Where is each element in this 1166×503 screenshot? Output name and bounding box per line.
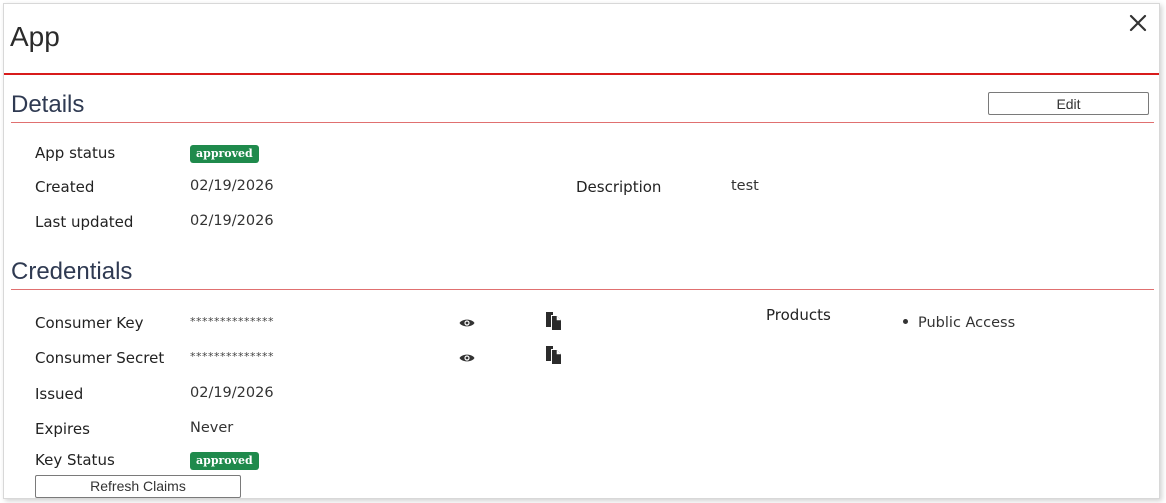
issued-label: Issued	[35, 385, 84, 403]
consumer-secret-label: Consumer Secret	[35, 349, 165, 367]
close-button[interactable]	[1127, 12, 1149, 34]
eye-icon	[459, 354, 475, 362]
copy-key-button[interactable]	[543, 310, 565, 332]
credentials-divider	[11, 289, 1154, 290]
key-status-badge: approved	[190, 452, 259, 470]
consumer-key-label: Consumer Key	[35, 314, 144, 332]
product-item: Public Access	[903, 315, 1015, 331]
reveal-secret-button[interactable]	[458, 349, 476, 367]
key-status-label: Key Status	[35, 451, 115, 469]
credentials-heading: Credentials	[11, 258, 133, 285]
product-item-label: Public Access	[918, 315, 1016, 331]
details-divider	[11, 122, 1154, 123]
refresh-claims-button[interactable]: Refresh Claims	[35, 475, 241, 498]
copy-icon	[546, 346, 561, 364]
app-status-label: App status	[35, 144, 116, 162]
app-status-badge: approved	[190, 145, 259, 163]
expires-label: Expires	[35, 420, 90, 438]
edit-button[interactable]: Edit	[988, 92, 1149, 115]
consumer-secret-value: **************	[190, 350, 274, 363]
title-divider	[4, 73, 1159, 75]
issued-value: 02/19/2026	[190, 385, 274, 401]
last-updated-value: 02/19/2026	[190, 213, 274, 229]
created-label: Created	[35, 178, 95, 196]
close-icon	[1129, 14, 1147, 32]
copy-secret-button[interactable]	[543, 344, 565, 366]
bullet-icon	[903, 319, 908, 324]
app-modal: App Details Edit App status approved Cre…	[3, 3, 1160, 499]
modal-title: App	[10, 21, 60, 52]
description-value: test	[731, 178, 759, 194]
description-label: Description	[576, 178, 662, 196]
expires-value: Never	[190, 420, 234, 436]
copy-icon	[546, 312, 561, 330]
consumer-key-value: **************	[190, 315, 274, 328]
created-value: 02/19/2026	[190, 178, 274, 194]
reveal-key-button[interactable]	[458, 314, 476, 332]
details-heading: Details	[11, 91, 85, 118]
last-updated-label: Last updated	[35, 213, 134, 231]
eye-icon	[459, 319, 475, 327]
products-label: Products	[766, 306, 831, 324]
